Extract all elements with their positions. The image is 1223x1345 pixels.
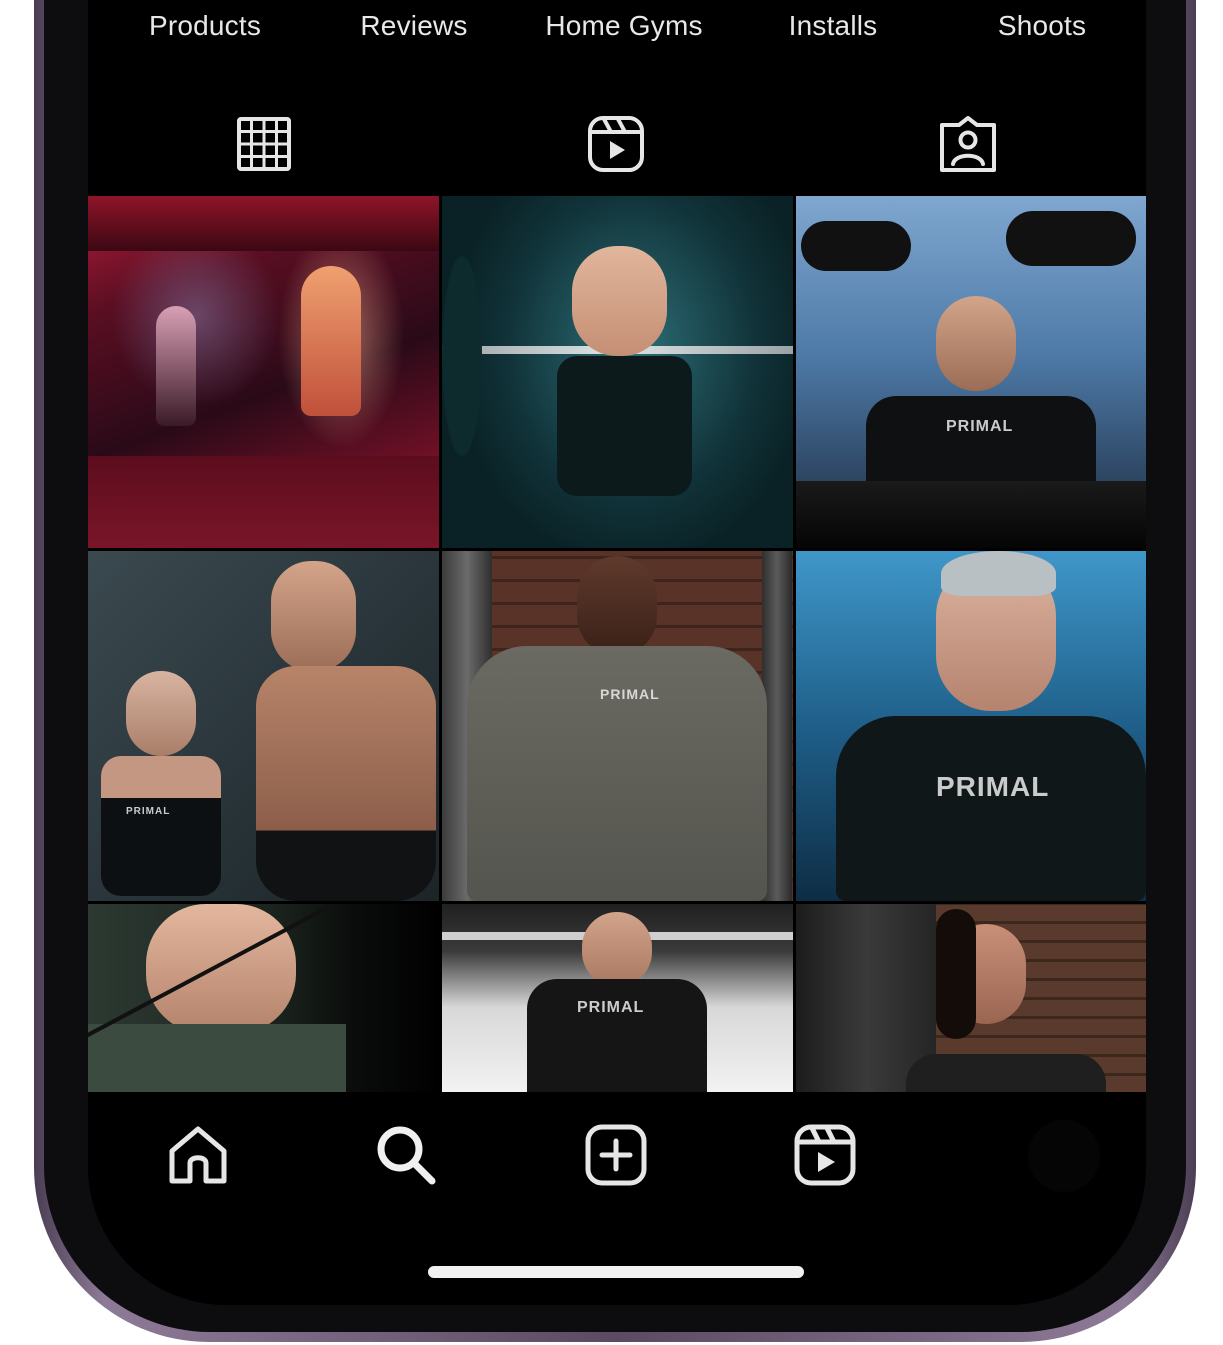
post-thumbnail[interactable]: PRIMAL (442, 904, 793, 1092)
nav-profile-avatar[interactable] (1028, 1120, 1100, 1192)
tab-tagged[interactable] (938, 112, 998, 176)
post-thumbnail[interactable] (442, 196, 793, 548)
nav-search[interactable] (371, 1120, 441, 1190)
bottom-navigation (88, 1090, 1146, 1220)
home-icon (169, 1126, 227, 1184)
search-icon (377, 1126, 436, 1185)
nav-home[interactable] (163, 1120, 233, 1190)
tab-reels[interactable] (586, 112, 646, 176)
post-grid: PRIMAL PRIMAL PRIMAL PRIMAL PRIMAL (88, 196, 1146, 1092)
highlight-shoots[interactable]: Shoots (998, 10, 1086, 42)
highlight-installs[interactable]: Installs (789, 10, 878, 42)
brand-logo-text: PRIMAL (126, 806, 171, 817)
highlight-reviews[interactable]: Reviews (360, 10, 467, 42)
post-thumbnail[interactable]: PRIMAL (796, 196, 1146, 548)
home-indicator[interactable] (428, 1266, 804, 1278)
post-thumbnail[interactable] (88, 904, 439, 1092)
nav-reels[interactable] (790, 1120, 860, 1190)
story-highlights: Products Reviews Home Gyms Installs Shoo… (88, 0, 1146, 60)
app-screen: Products Reviews Home Gyms Installs Shoo… (88, 0, 1146, 1305)
tab-grid[interactable] (234, 112, 294, 176)
highlight-home-gyms[interactable]: Home Gyms (545, 10, 702, 42)
create-post-icon (585, 1124, 647, 1186)
post-thumbnail[interactable] (88, 196, 439, 548)
post-thumbnail[interactable] (796, 904, 1146, 1092)
brand-logo-text: PRIMAL (600, 686, 660, 702)
reels-icon (794, 1124, 856, 1186)
brand-logo-text: PRIMAL (946, 418, 1014, 435)
reels-icon (588, 116, 644, 172)
tagged-icon (940, 116, 996, 172)
post-thumbnail[interactable]: PRIMAL (88, 551, 439, 901)
post-thumbnail[interactable]: PRIMAL (796, 551, 1146, 901)
nav-create[interactable] (581, 1120, 651, 1190)
highlight-products[interactable]: Products (149, 10, 261, 42)
brand-logo-text: PRIMAL (936, 771, 1050, 802)
post-thumbnail[interactable]: PRIMAL (442, 551, 793, 901)
brand-logo-text: PRIMAL (577, 999, 645, 1016)
grid-icon (237, 117, 291, 171)
